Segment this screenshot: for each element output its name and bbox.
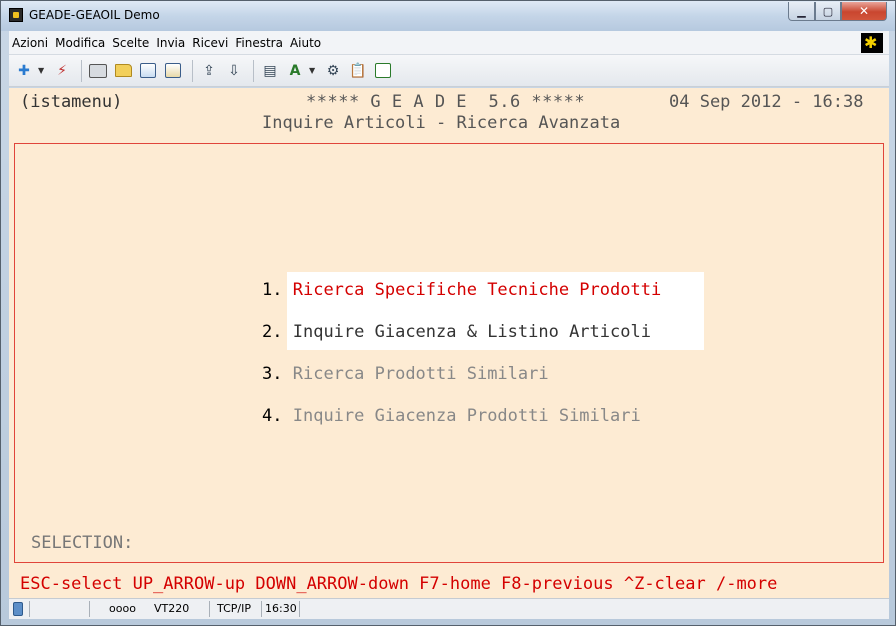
close-button[interactable]: ✕ (841, 2, 887, 21)
printer-icon (89, 63, 107, 78)
font-icon: A (289, 62, 301, 79)
maximize-icon: ▢ (822, 4, 834, 18)
connect-button[interactable]: ⚡ (51, 60, 73, 82)
status-divider (29, 601, 30, 617)
toolbar-separator (81, 59, 82, 82)
program-name: (istamenu) (20, 92, 123, 112)
status-bar: oooo VT220 TCP/IP 16:30 (9, 598, 889, 619)
paste-icon (165, 63, 181, 78)
toolbar-separator (253, 59, 254, 82)
connect-icon: ⚡ (57, 62, 67, 79)
maximize-button[interactable]: ▢ (815, 2, 841, 21)
option-label: Ricerca Specifiche Tecniche Prodotti (292, 280, 662, 300)
folder-icon (114, 64, 132, 77)
minimize-button[interactable]: ▁ (788, 2, 815, 21)
brand-logo-icon (861, 33, 883, 53)
window-title: GEADE-GEAOIL Demo (29, 8, 160, 22)
page-title: Inquire Articoli - Ricerca Avanzata (262, 113, 621, 133)
status-emulation: VT220 (154, 602, 190, 615)
receive-button[interactable]: ⇩ (223, 60, 245, 82)
menu-option-1[interactable]: 1. Ricerca Specifiche Tecniche Prodotti (262, 280, 661, 300)
minimize-icon: ▁ (797, 4, 806, 18)
toolbar-separator (192, 59, 193, 82)
function-key-legend: ESC-select UP_ARROW-up DOWN_ARROW-down F… (20, 574, 778, 594)
menu-aiuto[interactable]: Aiuto (290, 36, 321, 50)
menu-azioni[interactable]: Azioni (12, 36, 48, 50)
menu-scelte[interactable]: Scelte (112, 36, 149, 50)
terminal-screen[interactable]: (istamenu) ***** G E A D E 5.6 ***** 04 … (9, 88, 889, 598)
close-icon: ✕ (858, 4, 870, 18)
menu-ricevi[interactable]: Ricevi (192, 36, 228, 50)
clipboard-icon: 📋 (349, 62, 367, 79)
connection-status-icon (13, 602, 23, 616)
menu-frame (14, 143, 884, 563)
send-icon: ⇪ (203, 62, 215, 79)
receive-icon: ⇩ (228, 62, 240, 79)
clipboard-button[interactable]: 📋 (347, 60, 369, 82)
menu-option-4[interactable]: 4. Inquire Giacenza Prodotti Similari (262, 406, 641, 426)
status-divider (299, 601, 300, 617)
new-session-dropdown[interactable]: ▼ (38, 66, 48, 75)
status-time: 16:30 (265, 602, 297, 615)
send-button[interactable]: ⇪ (198, 60, 220, 82)
date-time: 04 Sep 2012 - 16:38 (669, 92, 864, 112)
title-bar[interactable]: GEADE-GEAOIL Demo ▁ ▢ ✕ (1, 1, 895, 31)
option-number: 3. (262, 364, 283, 384)
font-button[interactable]: A (284, 60, 306, 82)
app-window: GEADE-GEAOIL Demo ▁ ▢ ✕ Azioni Modifica … (0, 0, 896, 626)
menu-option-2[interactable]: 2. Inquire Giacenza & Listino Articoli (262, 322, 651, 342)
new-session-button[interactable]: ✚ (13, 60, 35, 82)
settings-icon: ⚙ (326, 62, 340, 79)
menu-finestra[interactable]: Finestra (235, 36, 283, 50)
option-label: Inquire Giacenza Prodotti Similari (292, 406, 641, 426)
menu-modifica[interactable]: Modifica (55, 36, 105, 50)
toolbar: ✚ ▼ ⚡ ⇪ ⇩ ▤ A ▼ ⚙ 📋 (9, 55, 889, 87)
book-button[interactable]: ▤ (259, 60, 281, 82)
screen-button[interactable] (372, 60, 394, 82)
status-protocol: TCP/IP (217, 602, 251, 615)
status-divider (89, 601, 90, 617)
selection-prompt[interactable]: SELECTION: (31, 533, 133, 553)
settings-button[interactable]: ⚙ (322, 60, 344, 82)
option-label: Inquire Giacenza & Listino Articoli (292, 322, 651, 342)
status-leds: oooo (109, 602, 136, 615)
app-icon[interactable] (9, 8, 23, 22)
option-label: Ricerca Prodotti Similari (292, 364, 549, 384)
menu-bar: Azioni Modifica Scelte Invia Ricevi Fine… (9, 31, 889, 55)
copy-icon (140, 63, 156, 78)
print-button[interactable] (87, 60, 109, 82)
option-number: 4. (262, 406, 283, 426)
option-number: 1. (262, 280, 283, 300)
copy-button[interactable] (137, 60, 159, 82)
app-banner: ***** G E A D E 5.6 ***** (306, 92, 586, 112)
new-session-icon: ✚ (18, 62, 30, 79)
menu-option-3[interactable]: 3. Ricerca Prodotti Similari (262, 364, 549, 384)
option-number: 2. (262, 322, 283, 342)
status-divider (209, 601, 210, 617)
menu-invia[interactable]: Invia (156, 36, 185, 50)
screen-icon (375, 63, 391, 78)
paste-button[interactable] (162, 60, 184, 82)
open-button[interactable] (112, 60, 134, 82)
book-icon: ▤ (263, 62, 277, 79)
font-dropdown[interactable]: ▼ (309, 66, 319, 75)
status-divider (261, 601, 262, 617)
